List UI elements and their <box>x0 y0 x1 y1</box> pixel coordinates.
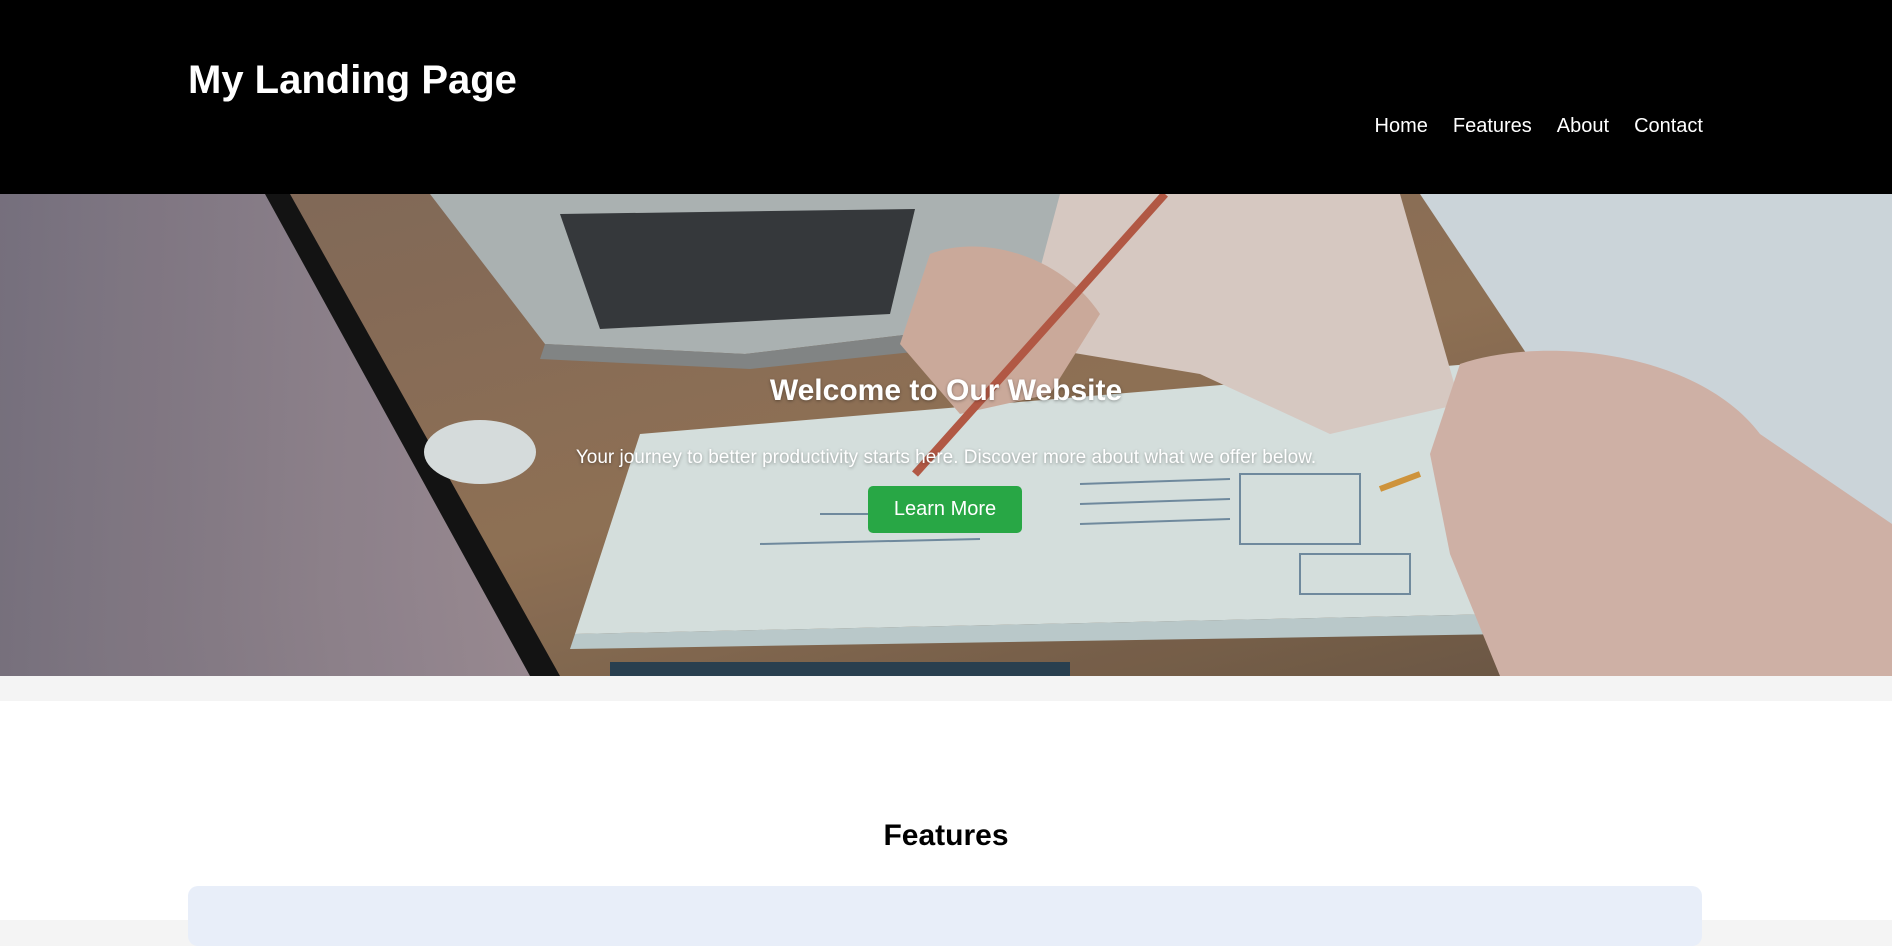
hero-heading: Welcome to Our Website <box>769 374 1123 407</box>
nav-link-features[interactable]: Features <box>1453 115 1532 138</box>
hero-section: Welcome to Our Website Your journey to b… <box>0 194 1892 676</box>
nav-link-home[interactable]: Home <box>1375 115 1428 138</box>
site-header: My Landing Page Home Features About Cont… <box>0 0 1892 194</box>
features-section: Features <box>0 701 1892 946</box>
main-nav: Home Features About Contact <box>1375 115 1704 138</box>
learn-more-button[interactable]: Learn More <box>868 486 1022 533</box>
features-heading: Features <box>883 819 1009 852</box>
hero-subtext: Your journey to better productivity star… <box>575 447 1317 468</box>
hero-overlay <box>0 194 1892 676</box>
nav-link-about[interactable]: About <box>1557 115 1609 138</box>
nav-link-contact[interactable]: Contact <box>1634 115 1703 138</box>
feature-card <box>188 886 1702 946</box>
site-title: My Landing Page <box>188 58 517 102</box>
